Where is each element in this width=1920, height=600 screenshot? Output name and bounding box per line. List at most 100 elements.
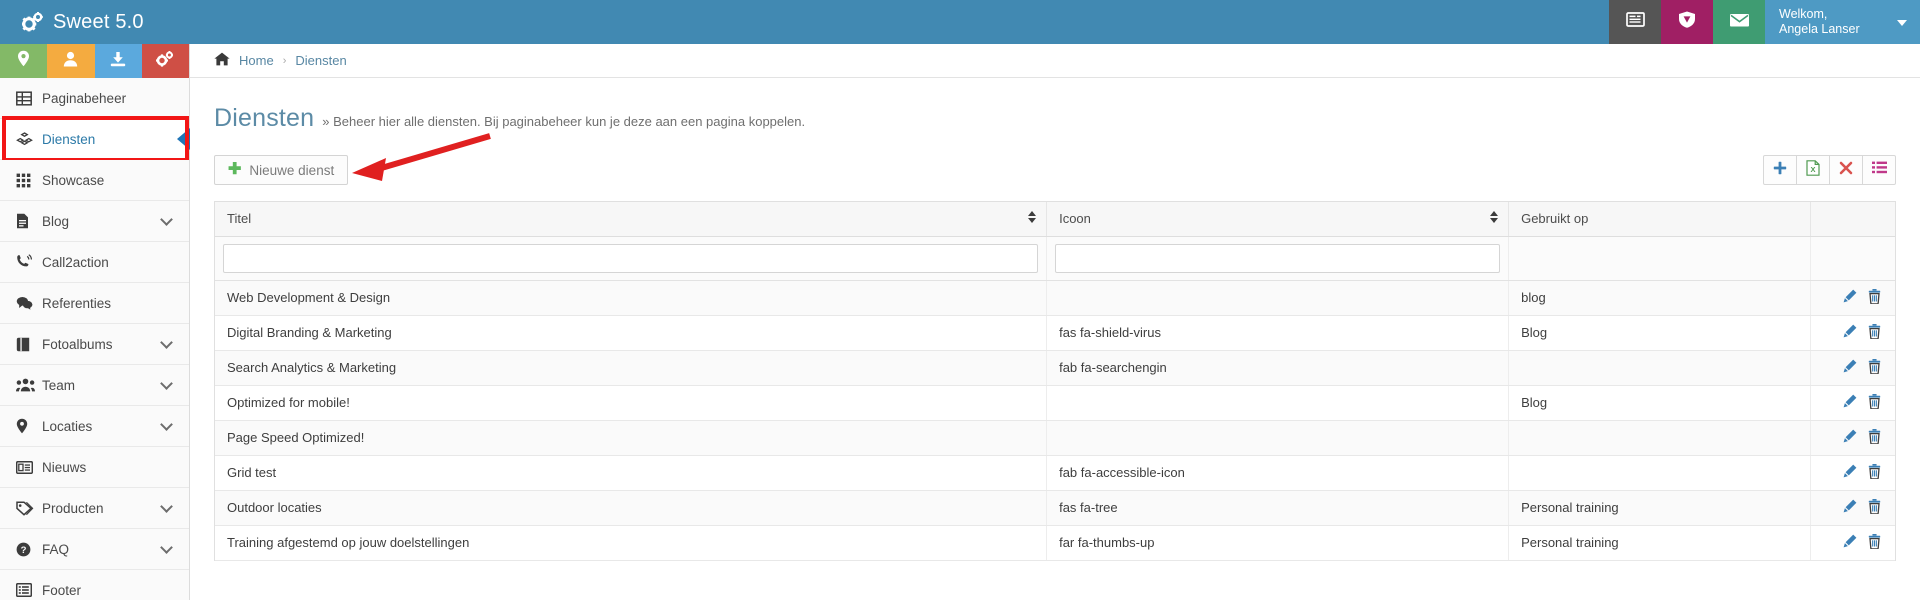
user-icon xyxy=(63,51,78,72)
delete-row-icon[interactable] xyxy=(1868,498,1881,517)
shield-icon-button[interactable] xyxy=(1661,0,1713,44)
breadcrumb-current[interactable]: Diensten xyxy=(295,53,346,68)
delete-icon xyxy=(1839,161,1853,180)
export-excel-button[interactable]: X xyxy=(1796,155,1830,185)
cell-row-actions xyxy=(1810,455,1895,491)
page-header: Diensten » Beheer hier alle diensten. Bi… xyxy=(190,78,1920,133)
table-row[interactable]: Optimized for mobile! Blog xyxy=(215,385,1895,421)
edit-icon[interactable] xyxy=(1843,394,1857,411)
breadcrumb-home[interactable]: Home xyxy=(239,53,274,68)
delete-row-icon[interactable] xyxy=(1868,533,1881,552)
sidebar-item-label: Footer xyxy=(42,582,82,598)
sidebar-item-referenties[interactable]: Referenties xyxy=(0,283,189,324)
table-row[interactable]: Training afgestemd op jouw doelstellinge… xyxy=(215,525,1895,561)
toolbar: ✚ Nieuwe dienst X xyxy=(214,133,1896,185)
sidebar-item-call2action[interactable]: Call2action xyxy=(0,242,189,283)
column-list-button[interactable] xyxy=(1862,155,1896,185)
column-header-gebruikt-op[interactable]: Gebruikt op xyxy=(1508,202,1812,237)
delete-selected-button[interactable] xyxy=(1829,155,1863,185)
edit-icon[interactable] xyxy=(1843,499,1857,516)
sidebar-item-paginabeheer[interactable]: Paginabeheer xyxy=(0,78,189,119)
edit-icon[interactable] xyxy=(1843,359,1857,376)
sidebar-item-label: Nieuws xyxy=(42,459,87,475)
envelope-icon-button[interactable] xyxy=(1713,0,1765,44)
edit-icon[interactable] xyxy=(1843,534,1857,551)
column-label: Icoon xyxy=(1059,211,1091,227)
column-header-icoon[interactable]: Icoon xyxy=(1046,202,1510,237)
cell-gebruikt-op: Personal training xyxy=(1508,525,1812,561)
new-service-button[interactable]: ✚ Nieuwe dienst xyxy=(214,155,349,185)
sidebar-item-locaties[interactable]: Locaties xyxy=(0,406,189,447)
newspaper-icon-button[interactable] xyxy=(1609,0,1661,44)
chevron-down-icon xyxy=(160,376,173,390)
cell-titel: Digital Branding & Marketing xyxy=(215,315,1048,351)
add-row-button[interactable] xyxy=(1763,155,1797,185)
delete-row-icon[interactable] xyxy=(1868,393,1881,412)
sidebar-item-label: FAQ xyxy=(42,541,70,557)
cubes-icon xyxy=(16,131,42,147)
cell-titel: Web Development & Design xyxy=(215,280,1048,316)
edit-icon[interactable] xyxy=(1843,464,1857,481)
id-card-icon xyxy=(16,460,42,474)
cell-gebruikt-op xyxy=(1508,420,1812,456)
table-row[interactable]: Web Development & Design blog xyxy=(215,280,1895,316)
sort-icon[interactable] xyxy=(1490,210,1499,223)
sidebar-item-fotoalbums[interactable]: Fotoalbums xyxy=(0,324,189,365)
table-row[interactable]: Digital Branding & Marketing fas fa-shiel… xyxy=(215,315,1895,351)
filter-input-icoon[interactable] xyxy=(1055,243,1501,273)
edit-icon[interactable] xyxy=(1843,429,1857,446)
sidebar-item-label: Diensten xyxy=(42,131,96,147)
filter-cell-gebruikt-op xyxy=(1508,236,1812,281)
svg-text:?: ? xyxy=(21,545,27,556)
cell-titel: Outdoor locaties xyxy=(215,490,1048,526)
delete-row-icon[interactable] xyxy=(1868,463,1881,482)
table-row[interactable]: Grid test fab fa-accessible-icon xyxy=(215,455,1895,491)
cell-gebruikt-op: Personal training xyxy=(1508,490,1812,526)
sidebar-item-label: Showcase xyxy=(42,172,105,188)
sidebar-item-footer[interactable]: Footer xyxy=(0,570,189,600)
table-row[interactable]: Search Analytics & Marketing fab fa-searc… xyxy=(215,350,1895,386)
sidebar-item-producten[interactable]: Producten xyxy=(0,488,189,529)
sidebar-item-diensten[interactable]: Diensten xyxy=(0,116,190,162)
sidebar-item-faq[interactable]: ? FAQ xyxy=(0,529,189,570)
brand-logo[interactable]: Sweet 5.0 xyxy=(0,0,190,44)
home-icon[interactable] xyxy=(214,52,230,69)
quick-action-locations[interactable] xyxy=(0,44,48,78)
quick-action-user[interactable] xyxy=(47,44,95,78)
sidebar-item-showcase[interactable]: Showcase xyxy=(0,160,189,201)
delete-row-icon[interactable] xyxy=(1868,358,1881,377)
cell-icoon: fab fa-searchengin xyxy=(1046,350,1510,386)
services-table-container: Titel Icoon Gebruikt op Web Development … xyxy=(214,201,1896,561)
admin-page: Sweet 5.0 Welkom, Angela Lanser Paginabe… xyxy=(0,0,1920,600)
sidebar-item-nieuws[interactable]: Nieuws xyxy=(0,447,189,488)
sort-icon[interactable] xyxy=(1028,210,1037,223)
user-menu[interactable]: Welkom, Angela Lanser xyxy=(1765,0,1920,44)
cell-row-actions xyxy=(1810,420,1895,456)
edit-icon[interactable] xyxy=(1843,324,1857,341)
sidebar-item-label: Paginabeheer xyxy=(42,90,127,106)
quick-action-settings[interactable] xyxy=(141,44,189,78)
column-header-titel[interactable]: Titel xyxy=(215,202,1048,237)
sidebar-item-blog[interactable]: Blog xyxy=(0,201,189,242)
table-row[interactable]: Page Speed Optimized! xyxy=(215,420,1895,456)
quick-action-download[interactable] xyxy=(94,44,142,78)
table-row[interactable]: Outdoor locaties fas fa-tree Personal trai… xyxy=(215,490,1895,526)
filter-input-titel[interactable] xyxy=(223,243,1039,273)
cell-gebruikt-op xyxy=(1508,455,1812,491)
users-icon xyxy=(16,378,42,392)
delete-row-icon[interactable] xyxy=(1868,288,1881,307)
gears-icon xyxy=(156,50,174,72)
delete-row-icon[interactable] xyxy=(1868,428,1881,447)
top-bar: Sweet 5.0 Welkom, Angela Lanser xyxy=(0,0,1920,44)
cell-row-actions xyxy=(1810,315,1895,351)
edit-icon[interactable] xyxy=(1843,289,1857,306)
new-service-label: Nieuwe dienst xyxy=(249,162,335,178)
plus-icon: ✚ xyxy=(228,161,242,178)
services-table: Titel Icoon Gebruikt op Web Development … xyxy=(215,202,1895,561)
sidebar-item-team[interactable]: Team xyxy=(0,365,189,406)
chevron-down-icon xyxy=(160,417,173,431)
quick-action-tiles xyxy=(0,44,189,78)
chevron-down-icon xyxy=(160,540,173,554)
cell-icoon xyxy=(1046,420,1510,456)
delete-row-icon[interactable] xyxy=(1868,323,1881,342)
